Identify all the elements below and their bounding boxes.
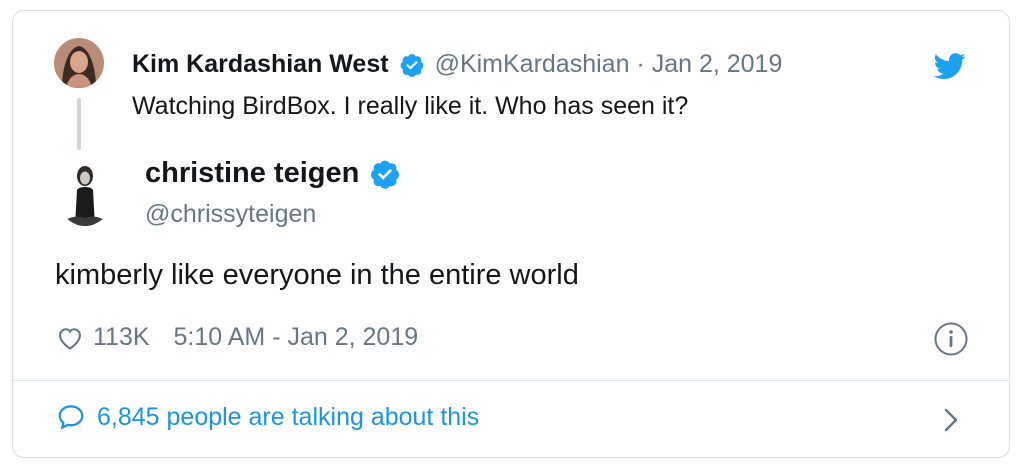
tweet-meta-row: 113K 5:10 AM - Jan 2, 2019: [55, 323, 418, 352]
heart-icon[interactable]: [55, 324, 85, 352]
speech-bubble-icon: [58, 405, 84, 430]
chevron-right-icon[interactable]: [940, 406, 962, 434]
tweet-timestamp[interactable]: 5:10 AM - Jan 2, 2019: [174, 323, 419, 352]
tweet-author-name[interactable]: christine teigen: [145, 157, 359, 190]
talking-about-link[interactable]: 6,845 people are talking about this: [55, 402, 479, 432]
twitter-bird-icon[interactable]: [932, 50, 968, 82]
verified-badge-icon: [371, 160, 400, 189]
kim-avatar[interactable]: [54, 38, 104, 88]
tweet-author-handle[interactable]: @chrissyteigen: [145, 200, 316, 229]
info-icon[interactable]: [934, 322, 968, 356]
talking-about-label[interactable]: 6,845 people are talking about this: [97, 403, 479, 432]
tweet-author-row: christine teigen: [145, 157, 401, 190]
thread-connector-line: [77, 98, 81, 150]
tweet-text: kimberly like everyone in the entire wor…: [55, 259, 579, 291]
quoted-tweet-header: Kim Kardashian West @KimKardashian · Jan…: [132, 50, 782, 79]
quoted-tweet-text: Watching BirdBox. I really like it. Who …: [132, 92, 689, 120]
quoted-author-name[interactable]: Kim Kardashian West: [132, 50, 389, 79]
footer-divider: [13, 380, 1009, 381]
chrissy-avatar[interactable]: [56, 158, 114, 226]
verified-badge-icon: [400, 53, 423, 77]
quoted-handle-date[interactable]: @KimKardashian · Jan 2, 2019: [435, 50, 783, 79]
like-count[interactable]: 113K: [93, 323, 150, 352]
